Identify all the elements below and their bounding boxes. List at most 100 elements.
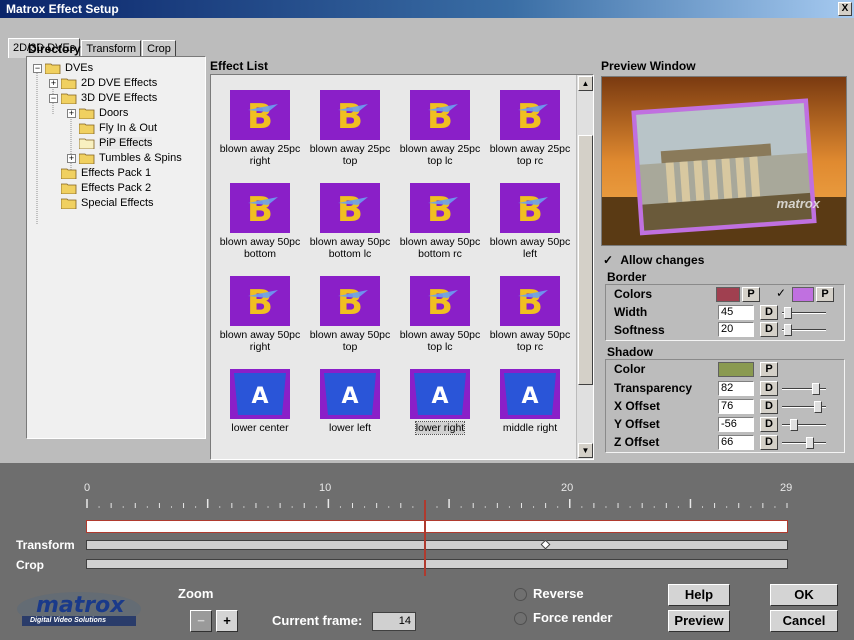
effect-item[interactable]: Bblown away 50pc left	[485, 183, 575, 260]
playhead[interactable]	[423, 500, 426, 576]
expand-icon[interactable]: +	[67, 108, 76, 118]
help-button[interactable]: Help	[668, 584, 730, 606]
shadow-y-offset-slider-knob[interactable]	[790, 419, 798, 431]
effect-item[interactable]: Bblown away 25pc top	[305, 90, 395, 167]
scroll-thumb[interactable]	[578, 135, 593, 385]
shadow-y-offset-default-button[interactable]: D	[760, 417, 778, 432]
border-color-2-swatch[interactable]	[792, 287, 814, 302]
border-colors-label: Colors	[614, 287, 653, 301]
effect-list-scrollbar[interactable]: ▲ ▼	[576, 75, 593, 459]
border-color-2-pick-button[interactable]: P	[816, 287, 834, 302]
shadow-color-label: Color	[614, 362, 646, 376]
effect-thumbnail-icon: B	[410, 183, 470, 233]
border-softness-default-button[interactable]: D	[760, 322, 778, 337]
expand-icon[interactable]: +	[67, 153, 76, 163]
border-color-2-checkbox[interactable]: ✓	[776, 287, 788, 300]
effect-item[interactable]: Bblown away 25pc top rc	[485, 90, 575, 167]
svg-text:B: B	[247, 283, 273, 323]
allow-changes-checkbox[interactable]: ✓ Allow changes	[603, 252, 704, 268]
force-render-radio[interactable]	[514, 612, 527, 625]
folder-icon	[79, 153, 95, 165]
shadow-z-offset-slider[interactable]	[782, 437, 826, 449]
tree-node[interactable]: PiP Effects	[67, 136, 153, 151]
border-softness-slider[interactable]	[782, 324, 826, 336]
border-width-default-button[interactable]: D	[760, 305, 778, 320]
effect-item[interactable]: Bblown away 50pc right	[215, 276, 305, 353]
tree-node[interactable]: + Doors	[67, 106, 128, 121]
border-color-1-swatch[interactable]	[716, 287, 740, 302]
matrox-logo-subtext: Digital Video Solutions	[30, 617, 106, 624]
shadow-transparency-slider[interactable]	[782, 383, 826, 395]
shadow-z-offset-default-button[interactable]: D	[760, 435, 778, 450]
current-frame-input[interactable]: 14	[372, 612, 416, 631]
effect-item[interactable]: Bblown away 50pc bottom	[215, 183, 305, 260]
shadow-color-swatch[interactable]	[718, 362, 754, 377]
collapse-icon[interactable]: −	[49, 93, 58, 103]
shadow-z-offset-slider-knob[interactable]	[806, 437, 814, 449]
shadow-y-offset-input[interactable]: -56	[718, 417, 754, 432]
border-softness-slider-knob[interactable]	[784, 324, 792, 336]
effect-item[interactable]: Bblown away 50pc bottom rc	[395, 183, 485, 260]
folder-icon	[79, 123, 95, 135]
shadow-y-offset-slider[interactable]	[782, 419, 826, 431]
border-width-slider-knob[interactable]	[784, 307, 792, 319]
effect-item-label: lower right	[414, 421, 466, 435]
scroll-down-icon[interactable]: ▼	[578, 443, 593, 458]
timeline[interactable]: 0 10 20 29 Transform Crop	[0, 463, 854, 576]
effect-item[interactable]: Bblown away 50pc bottom lc	[305, 183, 395, 260]
directory-tree[interactable]: − DVEs +2D DVE Effects −3D DVE Effects + Door…	[26, 56, 206, 439]
tree-node[interactable]: +2D DVE Effects	[49, 76, 157, 91]
effect-item[interactable]: Bblown away 50pc top rc	[485, 276, 575, 353]
effect-item[interactable]: Alower right	[395, 369, 485, 435]
shadow-transparency-input[interactable]: 82	[718, 381, 754, 396]
effect-thumbnail-icon: A	[230, 369, 290, 419]
border-width-input[interactable]: 45	[718, 305, 754, 320]
svg-text:B: B	[517, 190, 543, 230]
effect-item[interactable]: Bblown away 50pc top lc	[395, 276, 485, 353]
scroll-up-icon[interactable]: ▲	[578, 76, 593, 91]
timeline-range-bar[interactable]	[86, 520, 788, 533]
folder-icon	[61, 168, 77, 180]
tree-node[interactable]: Effects Pack 2	[49, 181, 151, 196]
shadow-x-offset-slider[interactable]	[782, 401, 826, 413]
collapse-icon[interactable]: −	[33, 63, 42, 73]
effect-item[interactable]: Alower center	[215, 369, 305, 434]
shadow-color-pick-button[interactable]: P	[760, 362, 778, 377]
shadow-x-offset-input[interactable]: 76	[718, 399, 754, 414]
shadow-transparency-default-button[interactable]: D	[760, 381, 778, 396]
reverse-radio[interactable]	[514, 588, 527, 601]
svg-text:B: B	[337, 97, 363, 137]
border-softness-input[interactable]: 20	[718, 322, 754, 337]
shadow-x-offset-default-button[interactable]: D	[760, 399, 778, 414]
effect-item-label: blown away 50pc top rc	[489, 329, 571, 353]
zoom-in-button[interactable]: +	[216, 610, 238, 632]
close-icon[interactable]: X	[838, 2, 852, 16]
tree-node[interactable]: Fly In & Out	[67, 121, 157, 136]
effect-item[interactable]: Alower left	[305, 369, 395, 434]
tree-node-label: 3D DVE Effects	[81, 92, 158, 104]
effect-list[interactable]: Bblown away 25pc right Bblown away 25pc top…	[210, 74, 594, 460]
tree-node[interactable]: − DVEs	[33, 61, 93, 76]
preview-button[interactable]: Preview	[668, 610, 730, 632]
tree-node[interactable]: Effects Pack 1	[49, 166, 151, 181]
ok-button[interactable]: OK	[770, 584, 838, 606]
tree-node[interactable]: Special Effects	[49, 196, 154, 211]
effect-item[interactable]: Amiddle right	[485, 369, 575, 434]
transform-track[interactable]	[86, 540, 788, 550]
cancel-button[interactable]: Cancel	[770, 610, 838, 632]
expand-icon[interactable]: +	[49, 78, 58, 88]
tree-node[interactable]: − 3D DVE Effects	[49, 91, 157, 106]
effect-item[interactable]: Bblown away 25pc top lc	[395, 90, 485, 167]
effect-item[interactable]: Bblown away 25pc right	[215, 90, 305, 167]
effect-thumbnail-icon: A	[410, 369, 470, 419]
border-color-1-pick-button[interactable]: P	[742, 287, 760, 302]
shadow-x-offset-slider-knob[interactable]	[814, 401, 822, 413]
directory-label: Directory	[28, 42, 81, 56]
crop-track[interactable]	[86, 559, 788, 569]
effect-item[interactable]: Bblown away 50pc top	[305, 276, 395, 353]
tree-node[interactable]: + Tumbles & Spins	[67, 151, 182, 166]
border-width-slider[interactable]	[782, 307, 826, 319]
zoom-out-button[interactable]: −	[190, 610, 212, 632]
shadow-transparency-slider-knob[interactable]	[812, 383, 820, 395]
shadow-z-offset-input[interactable]: 66	[718, 435, 754, 450]
